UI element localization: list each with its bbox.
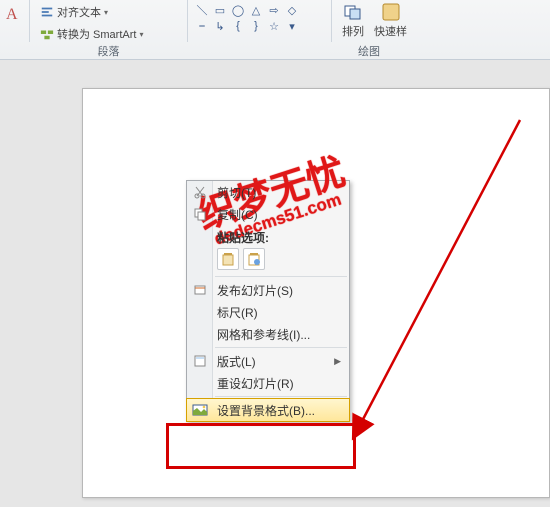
shape-diamond[interactable]: ◇ [284, 3, 300, 17]
ribbon-group-shapes: ＼ ▭ ◯ △ ⇨ ◇ ⎯ ↳ { } ☆ ▾ [188, 0, 332, 42]
ribbon-group-drawing: 排列 快速样 绘图 [332, 0, 550, 42]
cut-icon [192, 184, 208, 200]
shape-connector[interactable]: ↳ [212, 19, 228, 33]
font-color-icon[interactable]: A [6, 6, 18, 24]
group-label-paragraph: 段落 [30, 43, 187, 59]
publish-icon [192, 282, 208, 298]
menu-publish-label: 发布幻灯片(S) [217, 282, 293, 299]
shape-oval[interactable]: ◯ [230, 3, 246, 17]
menu-format-background[interactable]: 设置背景格式(B)... [187, 399, 349, 421]
chevron-down-icon: ▾ [104, 8, 108, 17]
menu-reset-slide[interactable]: 重设幻灯片(R) [187, 372, 349, 394]
arrange-icon [343, 2, 363, 22]
menu-reset-label: 重设幻灯片(R) [217, 375, 294, 392]
quick-styles-button[interactable]: 快速样 [370, 2, 411, 40]
shape-lbrace[interactable]: { [230, 19, 246, 33]
menu-grid-label: 网格和参考线(I)... [217, 326, 310, 343]
menu-layout[interactable]: 版式(L) ▶ [187, 350, 349, 372]
format-background-icon [192, 402, 208, 418]
shape-rect[interactable]: ▭ [212, 3, 228, 17]
shapes-gallery[interactable]: ＼ ▭ ◯ △ ⇨ ◇ ⎯ ↳ { } ☆ ▾ [194, 3, 325, 33]
menu-cut[interactable]: 剪切(T) [187, 181, 349, 203]
ribbon-group-font-edge: A [0, 0, 30, 42]
menu-format-bg-label: 设置背景格式(B)... [217, 402, 315, 419]
arrange-label: 排列 [342, 23, 364, 39]
align-text-icon [40, 5, 54, 19]
menu-separator [215, 396, 347, 397]
shape-rbrace[interactable]: } [248, 19, 264, 33]
context-menu: 剪切(T) 复制(C) 粘贴选项: 发布幻灯片(S) 标尺(R) 网格和参考线(… [186, 180, 350, 422]
menu-separator [215, 347, 347, 348]
menu-grid-guides[interactable]: 网格和参考线(I)... [187, 323, 349, 345]
menu-publish-slides[interactable]: 发布幻灯片(S) [187, 279, 349, 301]
menu-ruler-label: 标尺(R) [217, 304, 258, 321]
shape-star[interactable]: ☆ [266, 19, 282, 33]
convert-smartart-label: 转换为 SmartArt [57, 26, 136, 42]
group-label-drawing: 绘图 [188, 43, 550, 59]
menu-cut-label: 剪切(T) [217, 184, 256, 201]
menu-layout-label: 版式(L) [217, 353, 256, 370]
smartart-icon [40, 27, 54, 41]
menu-copy-label: 复制(C) [217, 206, 258, 223]
chevron-down-icon: ▾ [139, 30, 143, 39]
shape-triangle[interactable]: △ [248, 3, 264, 17]
layout-icon [192, 353, 208, 369]
paste-option-1[interactable] [217, 248, 239, 270]
quick-styles-label: 快速样 [374, 23, 407, 39]
convert-smartart-button[interactable]: 转换为 SmartArt ▾ [36, 24, 147, 44]
copy-icon [192, 206, 208, 222]
menu-ruler[interactable]: 标尺(R) [187, 301, 349, 323]
paste-option-2[interactable] [243, 248, 265, 270]
menu-separator [215, 276, 347, 277]
shape-more[interactable]: ▾ [284, 19, 300, 33]
quick-styles-icon [381, 2, 401, 22]
shape-lineseg[interactable]: ⎯ [194, 19, 210, 33]
shape-line[interactable]: ＼ [194, 3, 210, 17]
paste-options-header: 粘贴选项: [187, 225, 349, 248]
align-text-button[interactable]: 对齐文本 ▾ [36, 2, 112, 22]
align-text-label: 对齐文本 [57, 4, 101, 20]
menu-copy[interactable]: 复制(C) [187, 203, 349, 225]
chevron-right-icon: ▶ [334, 356, 341, 367]
ribbon-group-paragraph: 对齐文本 ▾ 转换为 SmartArt ▾ 段落 [30, 0, 188, 42]
paste-options-row [187, 248, 349, 274]
shape-arrow[interactable]: ⇨ [266, 3, 282, 17]
ribbon: A 对齐文本 ▾ 转换为 SmartArt ▾ 段落 ＼ ▭ ◯ △ ⇨ ◇ [0, 0, 550, 60]
arrange-button[interactable]: 排列 [338, 2, 368, 40]
